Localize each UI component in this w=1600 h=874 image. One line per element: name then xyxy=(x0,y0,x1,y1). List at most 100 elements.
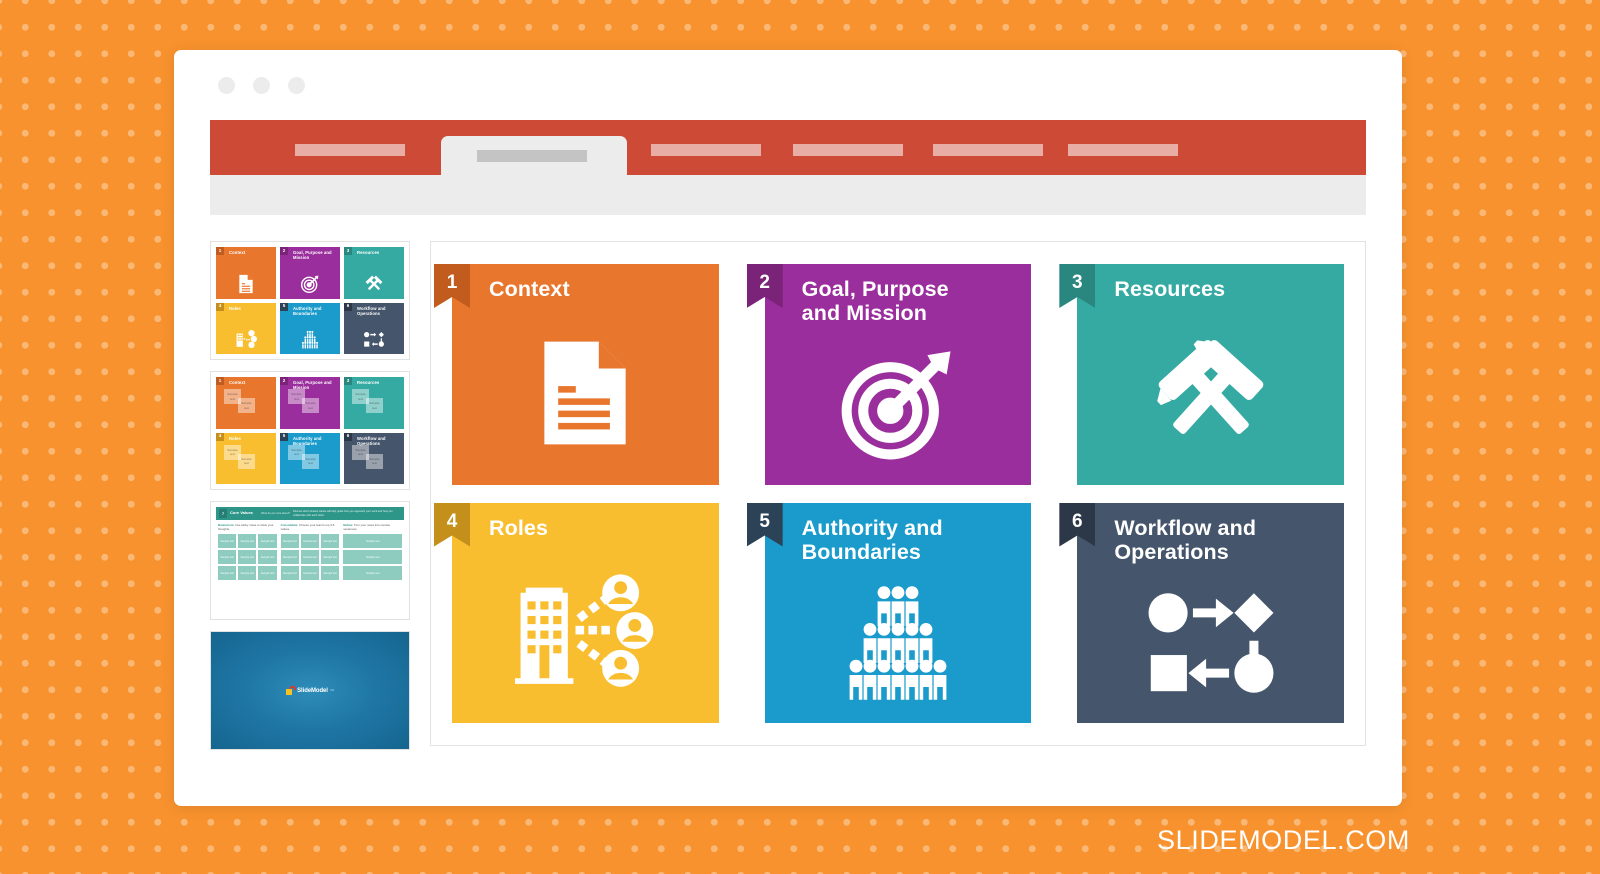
thumbnail-slide-3[interactable]: 7 Core Values What do you care about? Di… xyxy=(210,501,410,620)
browser-titlebar xyxy=(174,50,1402,120)
sticky-note: Sample text xyxy=(366,453,383,469)
mini-card-note-4: 4 Roles Sample text Sample text xyxy=(216,432,276,484)
six-card-grid: Context 1 Goal, Purpose and Mission 2 Re… xyxy=(434,264,1344,723)
worksheet-cell: Sample text xyxy=(238,550,257,565)
sticky-note-group-5: Sample text Sample text xyxy=(286,444,336,482)
slide-canvas[interactable]: Context 1 Goal, Purpose and Mission 2 Re… xyxy=(430,241,1366,746)
thumbnail-slide-4[interactable]: SlideModel ™ xyxy=(210,631,410,750)
mini-tag-3: 3 xyxy=(344,247,352,255)
core-values-title: Core Values xyxy=(230,510,253,516)
tab-placeholder-5[interactable] xyxy=(933,144,1043,156)
mini-tag-note-5: 5 xyxy=(280,432,288,441)
people-pyramid-icon xyxy=(765,564,1032,723)
mini-tag-note-4: 4 xyxy=(216,432,224,441)
mini-title-note-3: Resources xyxy=(357,380,380,385)
document-icon xyxy=(216,274,276,294)
slidemodel-logo-tm: ™ xyxy=(329,688,334,693)
tab-placeholder-4[interactable] xyxy=(793,144,903,156)
card-1-body: Context xyxy=(452,264,719,485)
sticky-note: Sample text xyxy=(366,398,383,413)
mini-tag-4: 4 xyxy=(216,302,224,311)
card-4-body: Roles xyxy=(452,502,719,723)
worksheet-cell: Sample text xyxy=(258,550,277,565)
card-workflow-operations[interactable]: Workflow and Operations 6 xyxy=(1059,502,1344,723)
mini-card-note-5: 5 Authority and Boundaries Sample text S… xyxy=(280,432,340,484)
worksheet-cell: Sample text xyxy=(300,550,320,565)
slide-thumbnail-rail[interactable]: 1 Context 2 Goal, Purpose and Mission 3 … xyxy=(210,241,410,750)
worksheet-cell: Sample text xyxy=(218,534,237,549)
card-roles[interactable]: Roles 4 xyxy=(434,502,719,723)
mini-card-grid: 1 Context 2 Goal, Purpose and Mission 3 … xyxy=(216,247,404,354)
worksheet-cell: Sample text xyxy=(280,566,299,581)
editor-workspace: 1 Context 2 Goal, Purpose and Mission 3 … xyxy=(174,215,1402,750)
card-2-title: Goal, Purpose and Mission xyxy=(801,277,949,326)
org-building-people-icon xyxy=(216,329,276,349)
browser-window: 1 Context 2 Goal, Purpose and Mission 3 … xyxy=(174,50,1402,806)
thumbnail-slide-1[interactable]: 1 Context 2 Goal, Purpose and Mission 3 … xyxy=(210,241,410,360)
sticky-note-group-2: Sample text Sample text xyxy=(286,388,336,426)
card-2-body: Goal, Purpose and Mission xyxy=(764,264,1032,485)
mini-tag-2: 2 xyxy=(280,247,288,255)
worksheet-cell: Sample text xyxy=(343,550,403,565)
worksheet-cell: Sample text xyxy=(238,566,257,581)
card-goal-purpose-mission[interactable]: Goal, Purpose and Mission 2 xyxy=(746,264,1032,485)
tab-placeholder-3[interactable] xyxy=(651,144,761,156)
sticky-note-group-6: Sample text Sample text xyxy=(350,444,400,482)
mini-title-note-1: Context xyxy=(229,380,246,385)
worksheet-cell: Sample text xyxy=(238,534,257,549)
mini-title-2: Goal, Purpose and Mission xyxy=(293,250,332,261)
card-authority-boundaries[interactable]: Authority and Boundaries 5 xyxy=(746,502,1032,723)
core-values-subtitle: What do you care about? xyxy=(261,511,290,515)
app-ribbon-area xyxy=(174,120,1402,215)
mini-card-4: 4 Roles xyxy=(216,302,276,354)
card-5-body: Authority and Boundaries xyxy=(764,502,1032,723)
mini-card-5: 5 Authority and Boundaries xyxy=(280,302,340,354)
slidemodel-logo-text: SlideModel xyxy=(297,687,328,694)
card-5-title: Authority and Boundaries xyxy=(801,515,943,564)
thumbnail-3-content: 7 Core Values What do you care about? Di… xyxy=(216,507,404,614)
sticky-note-group-1: Sample text Sample text xyxy=(222,388,272,426)
card-4-title: Roles xyxy=(489,515,549,540)
hammers-icon xyxy=(344,274,404,294)
mini-card-3: 3 Resources xyxy=(344,247,404,299)
mini-card-note-6: 6 Workflow and Operations Sample text Sa… xyxy=(344,432,404,484)
sticky-note: Sample text xyxy=(238,453,255,469)
sticky-note: Sample text xyxy=(302,453,319,469)
sticky-note-group-3: Sample text Sample text xyxy=(350,388,400,426)
thumbnail-slide-2[interactable]: 1 Context Sample text Sample text 2 Goal… xyxy=(210,371,410,490)
mini-card-note-1: 1 Context Sample text Sample text xyxy=(216,377,276,429)
active-ribbon-tab[interactable] xyxy=(441,136,627,175)
window-dot-minimize-icon[interactable] xyxy=(253,76,270,94)
mini-tag-note-6: 6 xyxy=(344,432,352,441)
slidemodel-logo-mark-icon xyxy=(286,684,297,695)
worksheet-cell: Sample text xyxy=(321,550,340,565)
core-values-step-2: Consolidate: Choose your team's top 3-5 … xyxy=(281,523,340,531)
document-icon xyxy=(452,301,719,484)
tab-placeholder-1[interactable] xyxy=(295,144,405,156)
worksheet-cell: Sample text xyxy=(343,566,403,581)
card-context[interactable]: Context 1 xyxy=(434,264,719,485)
card-3-title: Resources xyxy=(1114,277,1226,301)
mini-title-3: Resources xyxy=(357,250,380,255)
core-values-columns: Sample text Sample text Sample text Samp… xyxy=(216,534,404,581)
mini-title-6: Workflow and Operations xyxy=(357,305,386,316)
core-values-steps: Brainstorm: Use sticky notes to show you… xyxy=(216,523,404,531)
target-arrow-icon xyxy=(765,325,1032,484)
flowchart-icon xyxy=(344,329,404,349)
thumbnail-2-content: 1 Context Sample text Sample text 2 Goal… xyxy=(216,377,404,484)
tab-placeholder-6[interactable] xyxy=(1068,144,1178,156)
window-dot-maximize-icon[interactable] xyxy=(288,76,305,94)
mini-tag-1: 1 xyxy=(216,247,224,255)
worksheet-cell: Sample text xyxy=(280,534,299,549)
active-tab-label xyxy=(477,150,587,162)
worksheet-cell: Sample text xyxy=(300,534,320,549)
worksheet-cell: Sample text xyxy=(300,566,320,581)
mini-tag-note-2: 2 xyxy=(280,377,288,385)
worksheet-cell: Sample text xyxy=(218,566,237,581)
window-dot-close-icon[interactable] xyxy=(218,76,235,94)
core-values-step-1: Brainstorm: Use sticky notes to show you… xyxy=(218,523,277,531)
mini-tag-6: 6 xyxy=(344,302,352,311)
card-resources[interactable]: Resources 3 xyxy=(1059,264,1344,485)
mini-card-note-3: 3 Resources Sample text Sample text xyxy=(344,377,404,429)
worksheet-cell: Sample text xyxy=(218,550,237,565)
